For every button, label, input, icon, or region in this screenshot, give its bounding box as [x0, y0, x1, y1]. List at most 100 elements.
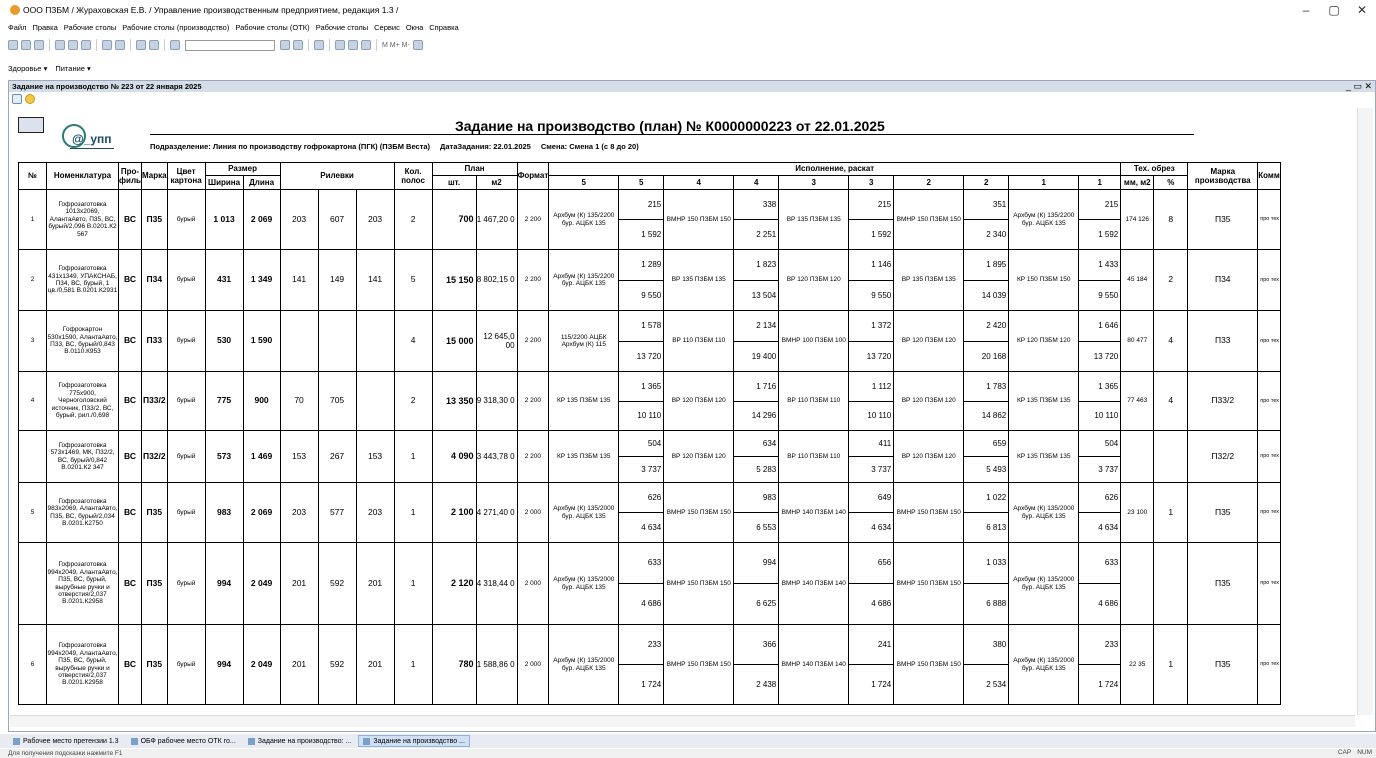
paper-spec-4: ВР 120 ПЗБМ 120 [663, 430, 735, 483]
length: 2 069 [242, 482, 281, 543]
col-header-rascat: 3 [778, 175, 850, 190]
col-header-kol: Кол. полос [393, 162, 433, 190]
taskbar-item[interactable]: Задание на производство: ... [243, 735, 357, 747]
rilev-3: 153 [355, 430, 395, 483]
rascat-length-2: 5 493 [963, 456, 1010, 483]
taskbar-item[interactable]: Рабочее место претензии 1.3 [8, 735, 124, 747]
col-header-comm: Комм [1257, 162, 1281, 190]
save-icon[interactable] [34, 40, 44, 50]
rascat-value-2: 659 [963, 430, 1010, 457]
document-window-controls[interactable]: _ ▭ ✕ [1346, 81, 1372, 92]
plan-m2: 9 318,30 0 [475, 371, 518, 431]
restore-icon[interactable]: ▢ [1320, 3, 1348, 17]
profile: ВС [118, 310, 142, 372]
plan-m2: 4 318,44 0 [475, 542, 518, 625]
date-label: ДатаЗадания: 22.01.2025 [440, 142, 531, 151]
help-icon[interactable] [412, 40, 423, 50]
rascat-value-5: 215 [618, 189, 665, 220]
preview-icon[interactable] [115, 40, 125, 50]
help-icon[interactable] [25, 94, 35, 104]
menu-item[interactable]: Окна [406, 23, 423, 32]
paper-spec-3: ВР 110 ПЗБМ 110 [778, 430, 850, 483]
rilev-2: 705 [317, 371, 357, 431]
trim-pct: 8 [1153, 189, 1189, 250]
paper-spec-1: Архбум (К) 135/2200 бур. АЦБК 135 [1008, 189, 1080, 250]
vertical-scrollbar[interactable] [1357, 108, 1373, 715]
rascat-length-5: 1 724 [618, 664, 665, 705]
rilev-1: 201 [279, 542, 319, 625]
paper-spec-3: ВМНР 140 ПЗБМ 140 [778, 624, 850, 705]
search-icon[interactable] [170, 40, 180, 50]
menu-item[interactable]: Справка [429, 23, 458, 32]
length: 1 349 [242, 249, 281, 311]
format: 2 000 [516, 624, 550, 705]
sheet-title: Задание на производство (план) № К000000… [455, 118, 885, 134]
minimize-icon[interactable]: – [1292, 3, 1320, 17]
upp-logo: @_упп [58, 124, 116, 154]
find-next-icon[interactable] [280, 40, 290, 50]
rascat-length-1: 1 592 [1078, 219, 1122, 250]
menu-item[interactable]: Рабочие столы (производство) [122, 23, 229, 32]
row-number [18, 542, 47, 625]
col-header-rascat: 4 [663, 175, 735, 190]
rilev-2: 592 [317, 542, 357, 625]
menu-item[interactable]: Правка [32, 23, 57, 32]
copy-icon[interactable] [68, 40, 78, 50]
quick-food[interactable]: Питание ▾ [55, 64, 90, 73]
col-header-format: Формат [516, 162, 550, 190]
caps-indicator: CAP [1337, 749, 1352, 756]
calendar-icon[interactable] [335, 40, 345, 50]
rascat-length-5: 10 110 [618, 400, 665, 431]
close-icon[interactable]: ✕ [1348, 3, 1376, 17]
rascat-value-5: 626 [618, 482, 665, 513]
rascat-length-2: 14 862 [963, 400, 1010, 431]
undo-icon[interactable] [136, 40, 146, 50]
menu-item[interactable]: Рабочие столы [316, 23, 368, 32]
rascat-value-1: 215 [1078, 189, 1122, 220]
rascat-length-3: 3 737 [848, 456, 895, 483]
menu-item[interactable]: Файл [8, 23, 26, 32]
taskbar-item[interactable]: Задание на производство ... [358, 735, 470, 747]
paper-spec-2: ВМНР 150 ПЗБМ 150 [893, 542, 965, 625]
paper-spec-3: ВМНР 140 ПЗБМ 140 [778, 542, 850, 625]
paper-spec-2: ВР 120 ПЗБМ 120 [893, 371, 965, 431]
print-icon[interactable] [102, 40, 112, 50]
row-number: 4 [18, 371, 47, 431]
menu-item[interactable]: Рабочие столы [64, 23, 116, 32]
rascat-length-5: 4 686 [618, 583, 665, 625]
refresh-icon[interactable] [12, 94, 22, 104]
menu-item[interactable]: Сервис [374, 23, 400, 32]
strip-count: 2 [393, 371, 433, 431]
search-input[interactable] [185, 39, 275, 51]
spreadsheet[interactable]: @_упп Задание на производство (план) № К… [10, 108, 1355, 715]
find-prev-icon[interactable] [293, 40, 303, 50]
menu-item[interactable]: Рабочие столы (ОТК) [235, 23, 309, 32]
trim-mm: 23 100 [1120, 482, 1155, 543]
cut-icon[interactable] [55, 40, 65, 50]
calculator-icon[interactable] [348, 40, 358, 50]
mark: П35 [141, 542, 168, 625]
new-doc-icon[interactable] [8, 40, 18, 50]
users-icon[interactable] [361, 40, 371, 50]
profile: ВС [118, 189, 142, 250]
table-row: 6 Гофрозаготовка 994x2049, АлантаАвто, П3… [18, 624, 1281, 705]
num-indicator: NUM [1357, 749, 1372, 756]
comment: про тех [1257, 371, 1281, 431]
taskbar-label: ОБФ рабочее место ОТК го... [140, 737, 236, 745]
paper-spec-4: ВР 110 ПЗБМ 110 [663, 310, 735, 372]
carton-color: бурый [166, 249, 206, 311]
taskbar-item[interactable]: ОБФ рабочее место ОТК го... [126, 735, 241, 747]
info-icon[interactable] [314, 40, 324, 50]
rascat-length-3: 4 634 [848, 512, 895, 543]
paste-icon[interactable] [81, 40, 91, 50]
paper-spec-5: КР 135 ПЗБМ 135 [548, 430, 620, 483]
rilev-2: 149 [317, 249, 357, 311]
horizontal-scrollbar[interactable] [10, 715, 1355, 727]
quick-health[interactable]: Здоровье ▾ [8, 64, 47, 73]
redo-icon[interactable] [149, 40, 159, 50]
memory-counters[interactable]: M M+ M- [382, 42, 410, 49]
rilev-3: 201 [355, 624, 395, 705]
nomenclature: Гофрокартон 530x1590, АлантаАвто, П33, В… [46, 310, 119, 372]
plan-m2: 3 443,78 0 [475, 430, 518, 483]
open-icon[interactable] [21, 40, 31, 50]
